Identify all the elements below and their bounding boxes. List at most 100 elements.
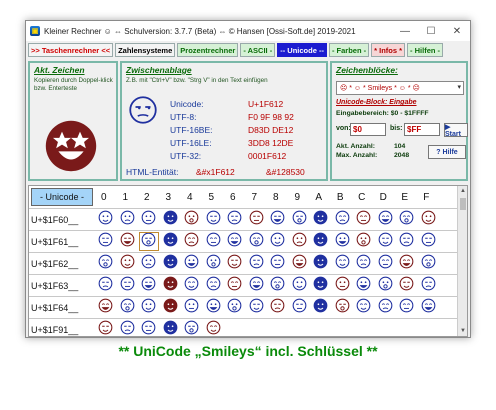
grid-cell[interactable] <box>375 253 397 274</box>
grid-cell[interactable] <box>224 253 246 274</box>
grid-cell[interactable] <box>246 319 268 336</box>
grid-cell[interactable] <box>375 275 397 296</box>
grid-cell[interactable] <box>160 231 182 252</box>
grid-cell[interactable] <box>181 319 203 336</box>
clipboard-row-value[interactable]: F0 9F 98 92 <box>248 112 294 122</box>
char-block-select[interactable]: ☹ * ☺ * Smileys * ☺ * ☹ ▾ <box>336 81 464 95</box>
grid-cell[interactable] <box>353 275 375 296</box>
grid-cell[interactable] <box>332 319 354 336</box>
grid-cell[interactable] <box>160 253 182 274</box>
grid-cell[interactable] <box>246 275 268 296</box>
grid-cell[interactable] <box>203 231 225 252</box>
grid-cell[interactable] <box>117 275 139 296</box>
minimize-button[interactable]: — <box>392 21 418 41</box>
menu-tab-1[interactable]: Zahlensysteme <box>115 43 176 57</box>
close-button[interactable]: ✕ <box>444 21 470 41</box>
grid-cell[interactable] <box>353 297 375 318</box>
grid-cell[interactable] <box>289 319 311 336</box>
grid-cell[interactable] <box>418 231 440 252</box>
grid-cell[interactable] <box>138 319 160 336</box>
grid-cell[interactable] <box>95 297 117 318</box>
menu-tab-2[interactable]: Prozentrechner <box>177 43 239 57</box>
scroll-down-icon[interactable]: ▼ <box>458 326 467 336</box>
grid-cell[interactable] <box>353 231 375 252</box>
grid-cell[interactable] <box>267 231 289 252</box>
grid-cell[interactable] <box>310 209 332 230</box>
grid-cell[interactable] <box>160 319 182 336</box>
chevron-down-icon[interactable]: ▾ <box>457 83 461 91</box>
grid-cell[interactable] <box>224 231 246 252</box>
grid-cell[interactable] <box>396 275 418 296</box>
clipboard-row-value[interactable]: U+1F612 <box>248 99 283 109</box>
scroll-thumb[interactable] <box>460 198 466 210</box>
grid-cell[interactable] <box>418 209 440 230</box>
grid-cell[interactable] <box>310 297 332 318</box>
grid-cell[interactable] <box>396 253 418 274</box>
grid-cell[interactable] <box>310 319 332 336</box>
grid-cell[interactable] <box>332 275 354 296</box>
menu-tab-6[interactable]: * Infos * <box>371 43 406 57</box>
grid-cell[interactable] <box>203 319 225 336</box>
grid-cell[interactable] <box>246 209 268 230</box>
grid-cell[interactable] <box>332 297 354 318</box>
menu-tab-0[interactable]: >> Taschenrechner << <box>28 43 114 57</box>
grid-cell[interactable] <box>267 297 289 318</box>
von-input[interactable]: $0 <box>350 123 386 136</box>
help-button[interactable]: ? Hilfe <box>428 145 466 159</box>
grid-scrollbar[interactable]: ▲ ▼ <box>457 186 467 336</box>
grid-cell[interactable] <box>138 231 160 252</box>
grid-cell[interactable] <box>160 275 182 296</box>
grid-cell[interactable] <box>396 209 418 230</box>
grid-cell[interactable] <box>267 319 289 336</box>
grid-cell[interactable] <box>138 209 160 230</box>
grid-cell[interactable] <box>246 231 268 252</box>
grid-cell[interactable] <box>418 253 440 274</box>
grid-cell[interactable] <box>160 209 182 230</box>
grid-cell[interactable] <box>353 253 375 274</box>
grid-cell[interactable] <box>224 275 246 296</box>
grid-cell[interactable] <box>332 253 354 274</box>
grid-cell[interactable] <box>310 231 332 252</box>
grid-cell[interactable] <box>267 275 289 296</box>
grid-cell[interactable] <box>396 319 418 336</box>
grid-cell[interactable] <box>396 231 418 252</box>
grid-cell[interactable] <box>353 319 375 336</box>
grid-cell[interactable] <box>289 297 311 318</box>
grid-cell[interactable] <box>310 275 332 296</box>
menu-tab-4[interactable]: -- Unicode -- <box>277 43 327 57</box>
scroll-up-icon[interactable]: ▲ <box>458 186 467 196</box>
grid-cell[interactable] <box>332 231 354 252</box>
grid-cell[interactable] <box>246 253 268 274</box>
grid-cell[interactable] <box>138 275 160 296</box>
grid-cell[interactable] <box>138 297 160 318</box>
grid-cell[interactable] <box>224 209 246 230</box>
grid-cell[interactable] <box>418 297 440 318</box>
grid-cell[interactable] <box>117 297 139 318</box>
grid-cell[interactable] <box>375 319 397 336</box>
grid-cell[interactable] <box>95 231 117 252</box>
grid-cell[interactable] <box>289 253 311 274</box>
menu-tab-5[interactable]: - Farben - <box>328 43 370 57</box>
grid-cell[interactable] <box>203 275 225 296</box>
grid-cell[interactable] <box>203 297 225 318</box>
grid-cell[interactable] <box>160 297 182 318</box>
grid-cell[interactable] <box>267 253 289 274</box>
grid-cell[interactable] <box>418 319 440 336</box>
grid-cell[interactable] <box>203 253 225 274</box>
grid-cell[interactable] <box>332 209 354 230</box>
grid-cell[interactable] <box>246 297 268 318</box>
grid-cell[interactable] <box>267 209 289 230</box>
grid-cell[interactable] <box>375 231 397 252</box>
grid-cell[interactable] <box>375 209 397 230</box>
start-button[interactable]: ▶ Start <box>444 123 468 138</box>
grid-cell[interactable] <box>181 253 203 274</box>
bis-input[interactable]: $FF <box>404 123 440 136</box>
clipboard-row-value[interactable]: 3DD8 12DE <box>248 138 293 148</box>
grid-cell[interactable] <box>353 209 375 230</box>
unicode-header-button[interactable]: - Unicode - <box>31 188 93 206</box>
grid-cell[interactable] <box>95 275 117 296</box>
grid-cell[interactable] <box>117 209 139 230</box>
grid-cell[interactable] <box>224 319 246 336</box>
html-entity-dec[interactable]: &#128530 <box>266 167 305 177</box>
grid-cell[interactable] <box>117 253 139 274</box>
